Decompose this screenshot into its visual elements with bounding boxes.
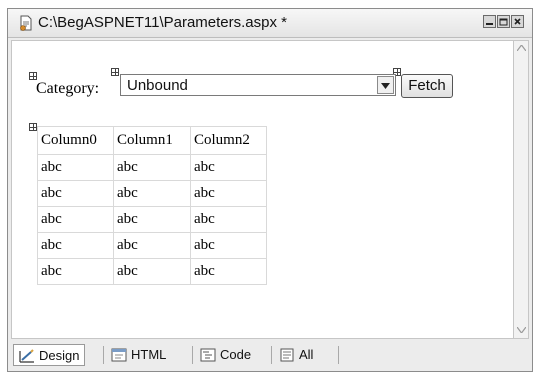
aspx-file-icon [20,15,32,31]
tab-html-label: HTML [131,347,167,362]
control-marker-icon [111,68,119,76]
grid-cell: abc [37,180,114,207]
grid-cell: abc [37,258,114,285]
grid-cell: abc [190,258,267,285]
minimize-icon[interactable] [483,15,496,28]
table-row: abc abc abc [37,180,267,207]
tab-code[interactable]: Code [200,344,251,366]
tab-all-label: All [299,347,314,362]
grid-header-cell: Column0 [37,126,114,155]
window-controls [482,15,524,29]
grid-cell: abc [190,232,267,259]
html-view-icon [111,347,127,362]
design-view-icon [19,348,35,363]
window-title: C:\BegASPNET11\Parameters.aspx * [38,14,287,31]
grid-cell: abc [190,154,267,181]
category-selected-value: Unbound [127,77,188,94]
control-marker-icon [29,123,37,131]
category-label: Category: [36,80,100,97]
tab-design-label: Design [39,348,80,363]
scroll-up-icon[interactable] [516,43,526,53]
fetch-button[interactable]: Fetch [401,74,453,98]
category-dropdown[interactable]: Unbound [120,74,396,96]
grid-cell: abc [113,206,191,233]
grid-header-row: Column0 Column1 Column2 [37,126,267,155]
tab-separator [192,346,193,364]
table-row: abc abc abc [37,154,267,181]
tab-separator [271,346,272,364]
grid-cell: abc [37,154,114,181]
chevron-down-icon[interactable] [377,76,394,94]
grid-header-cell: Column2 [190,126,267,155]
table-row: abc abc abc [37,232,267,259]
data-grid[interactable]: Column0 Column1 Column2 abc abc abc abc … [37,126,267,285]
tab-code-label: Code [220,347,252,362]
grid-cell: abc [37,232,114,259]
tab-separator [103,346,104,364]
table-row: abc abc abc [37,258,267,285]
control-marker-icon [29,72,37,80]
grid-cell: abc [113,258,191,285]
tab-all[interactable]: All [279,344,313,366]
design-surface[interactable]: Category: Unbound Fetch Column0 Column1 … [11,40,514,339]
grid-cell: abc [190,180,267,207]
tab-separator [338,346,339,364]
title-bar: C:\BegASPNET11\Parameters.aspx * [8,9,532,38]
grid-cell: abc [113,180,191,207]
scroll-down-icon[interactable] [516,325,526,335]
editor-window: C:\BegASPNET11\Parameters.aspx * Categor… [7,8,533,372]
vertical-scrollbar[interactable] [513,40,529,339]
table-row: abc abc abc [37,206,267,233]
close-icon[interactable] [511,15,524,28]
code-view-icon [200,347,216,362]
grid-cell: abc [113,154,191,181]
all-view-icon [279,347,295,362]
tab-design[interactable]: Design [13,344,86,366]
view-tab-bar: Design HTML Code All [11,342,528,369]
grid-cell: abc [190,206,267,233]
restore-icon[interactable] [497,15,510,28]
grid-cell: abc [37,206,114,233]
tab-html[interactable]: HTML [111,344,166,366]
grid-header-cell: Column1 [113,126,191,155]
grid-cell: abc [113,232,191,259]
